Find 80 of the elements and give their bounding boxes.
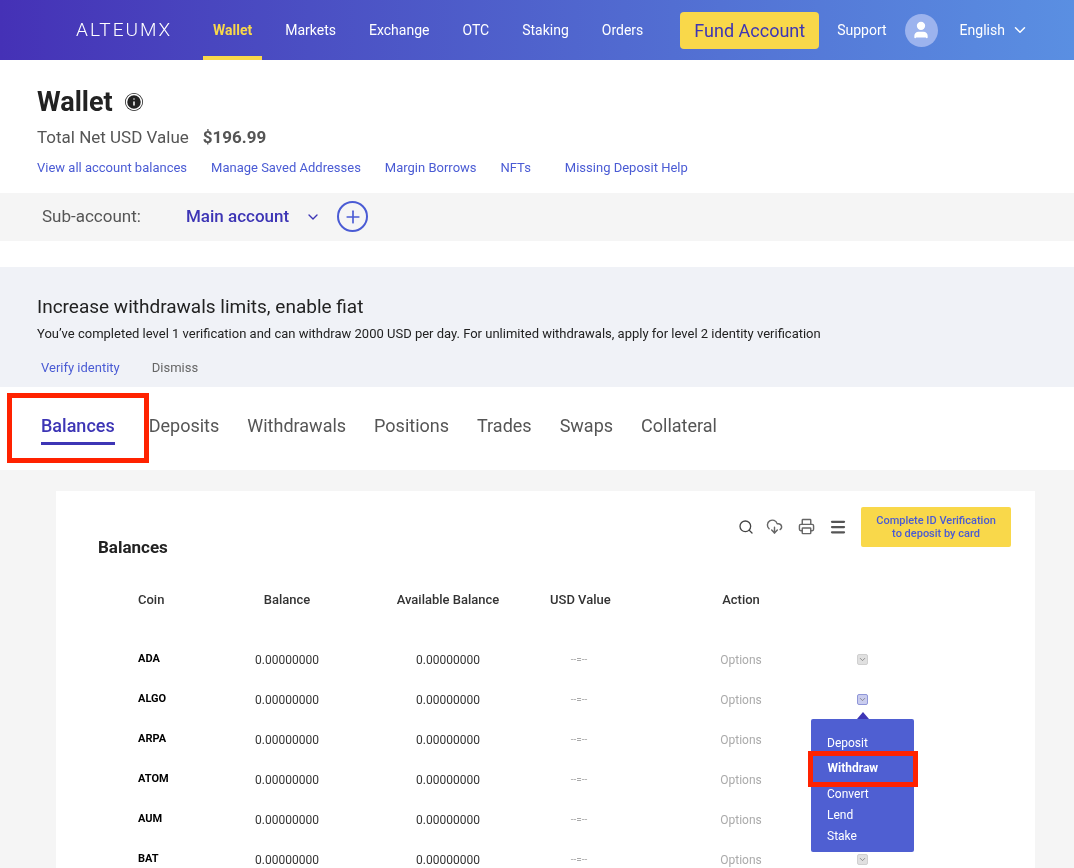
header-link[interactable]: Margin Borrows xyxy=(384,158,477,178)
usd-cell-text: --=-- xyxy=(569,733,589,747)
verification-button[interactable]: Complete ID Verification to deposit by card xyxy=(861,506,1011,547)
section-tab[interactable]: Swaps xyxy=(559,393,614,463)
logo[interactable]: ALTEUMX xyxy=(76,15,186,45)
nav-tab[interactable]: Staking xyxy=(512,0,579,60)
balance-cell-text: 0.00000000 xyxy=(254,771,320,789)
available-cell-text: 0.00000000 xyxy=(415,771,481,789)
available-cell-text: 0.00000000 xyxy=(415,731,481,749)
options-label: Options xyxy=(719,731,763,749)
banner-title: Increase withdrawals limits, enable fiat xyxy=(37,293,365,320)
menu-item[interactable]: Stake xyxy=(811,825,914,847)
chevron-down-icon xyxy=(858,655,867,664)
coin-cell-text: AUM xyxy=(138,811,164,828)
chevron-down-icon xyxy=(858,855,867,864)
available-cell-text: 0.00000000 xyxy=(415,691,481,709)
dismiss-button[interactable]: Dismiss xyxy=(151,357,199,377)
coin-cell-text: ALGO xyxy=(138,691,168,708)
section-tab[interactable]: Collateral xyxy=(641,393,717,463)
menu-item[interactable]: Withdraw xyxy=(807,750,918,787)
menu-item[interactable]: Lend xyxy=(811,804,914,826)
print-icon[interactable] xyxy=(798,518,815,535)
section-tab[interactable]: Trades xyxy=(477,393,532,463)
balance-cell-text: 0.00000000 xyxy=(254,691,320,709)
column-header: Action xyxy=(721,591,761,609)
column-header: Balance xyxy=(262,591,312,609)
avatar-icon[interactable] xyxy=(904,13,938,47)
banner-text: You’ve completed level 1 verification and can withdraw 2000 USD per day. For unlimited withdrawals, apply for level 2 identity verification xyxy=(37,325,822,343)
balance-cell-text: 0.00000000 xyxy=(254,851,320,868)
balance-cell-text: 0.00000000 xyxy=(254,651,320,669)
column-header: Available Balance xyxy=(395,591,501,609)
options-label: Options xyxy=(719,851,763,868)
header-link[interactable]: Manage Saved Addresses xyxy=(211,158,361,178)
subaccount-select[interactable]: Main account xyxy=(186,203,322,230)
dropdown-toggle[interactable] xyxy=(857,654,868,665)
support-link[interactable]: Support xyxy=(837,19,887,41)
subaccount-label: Sub-account: xyxy=(42,204,142,228)
nav-tab[interactable]: Exchange xyxy=(359,0,440,60)
options-label: Options xyxy=(719,651,763,669)
dropdown-toggle[interactable] xyxy=(857,854,868,865)
header-link[interactable]: Missing Deposit Help xyxy=(564,158,688,178)
dropdown-toggle[interactable] xyxy=(857,694,868,705)
header-link[interactable]: NFTs xyxy=(500,158,531,178)
info-icon[interactable] xyxy=(124,93,143,112)
section-tab[interactable]: Balances xyxy=(7,393,149,463)
add-icon[interactable] xyxy=(337,201,369,232)
usd-cell-text: --=-- xyxy=(569,853,589,867)
section-tab[interactable]: Deposits xyxy=(148,393,220,463)
section-tab[interactable]: Withdrawals xyxy=(247,393,347,463)
balance-cell-text: 0.00000000 xyxy=(254,811,320,829)
usd-cell-text: --=-- xyxy=(569,813,589,827)
available-cell-text: 0.00000000 xyxy=(415,651,481,669)
total-label: Total Net USD Value xyxy=(37,125,189,149)
coin-cell-text: BAT xyxy=(138,851,160,868)
balance-cell-text: 0.00000000 xyxy=(254,731,320,749)
options-label: Options xyxy=(719,691,763,709)
coin-cell-text: ARPA xyxy=(138,731,168,748)
header-link[interactable]: View all account balances xyxy=(37,158,188,178)
section-tab[interactable]: Positions xyxy=(374,393,450,463)
usd-cell-text: --=-- xyxy=(569,773,589,787)
coin-cell-text: ATOM xyxy=(138,771,170,788)
language-select[interactable]: English xyxy=(959,19,1029,41)
search-icon[interactable] xyxy=(738,518,754,535)
nav-tab[interactable]: Orders xyxy=(591,0,654,60)
available-cell-text: 0.00000000 xyxy=(415,811,481,829)
usd-cell-text: --=-- xyxy=(569,653,589,667)
usd-cell-text: --=-- xyxy=(569,693,589,707)
options-label: Options xyxy=(719,771,763,789)
page-title: Wallet xyxy=(37,85,113,120)
nav-tab[interactable]: OTC xyxy=(452,0,500,60)
nav-tab[interactable]: Markets xyxy=(275,0,346,60)
options-label: Options xyxy=(719,811,763,829)
chevron-down-icon xyxy=(858,695,867,704)
verify-link[interactable]: Verify identity xyxy=(41,357,120,377)
available-cell-text: 0.00000000 xyxy=(415,851,481,868)
coin-cell-text: ADA xyxy=(138,651,161,668)
total-value: $196.99 xyxy=(202,125,267,149)
column-header: Coin xyxy=(138,591,166,609)
download-icon[interactable] xyxy=(766,518,783,535)
fund-account-button[interactable]: Fund Account xyxy=(680,11,820,49)
